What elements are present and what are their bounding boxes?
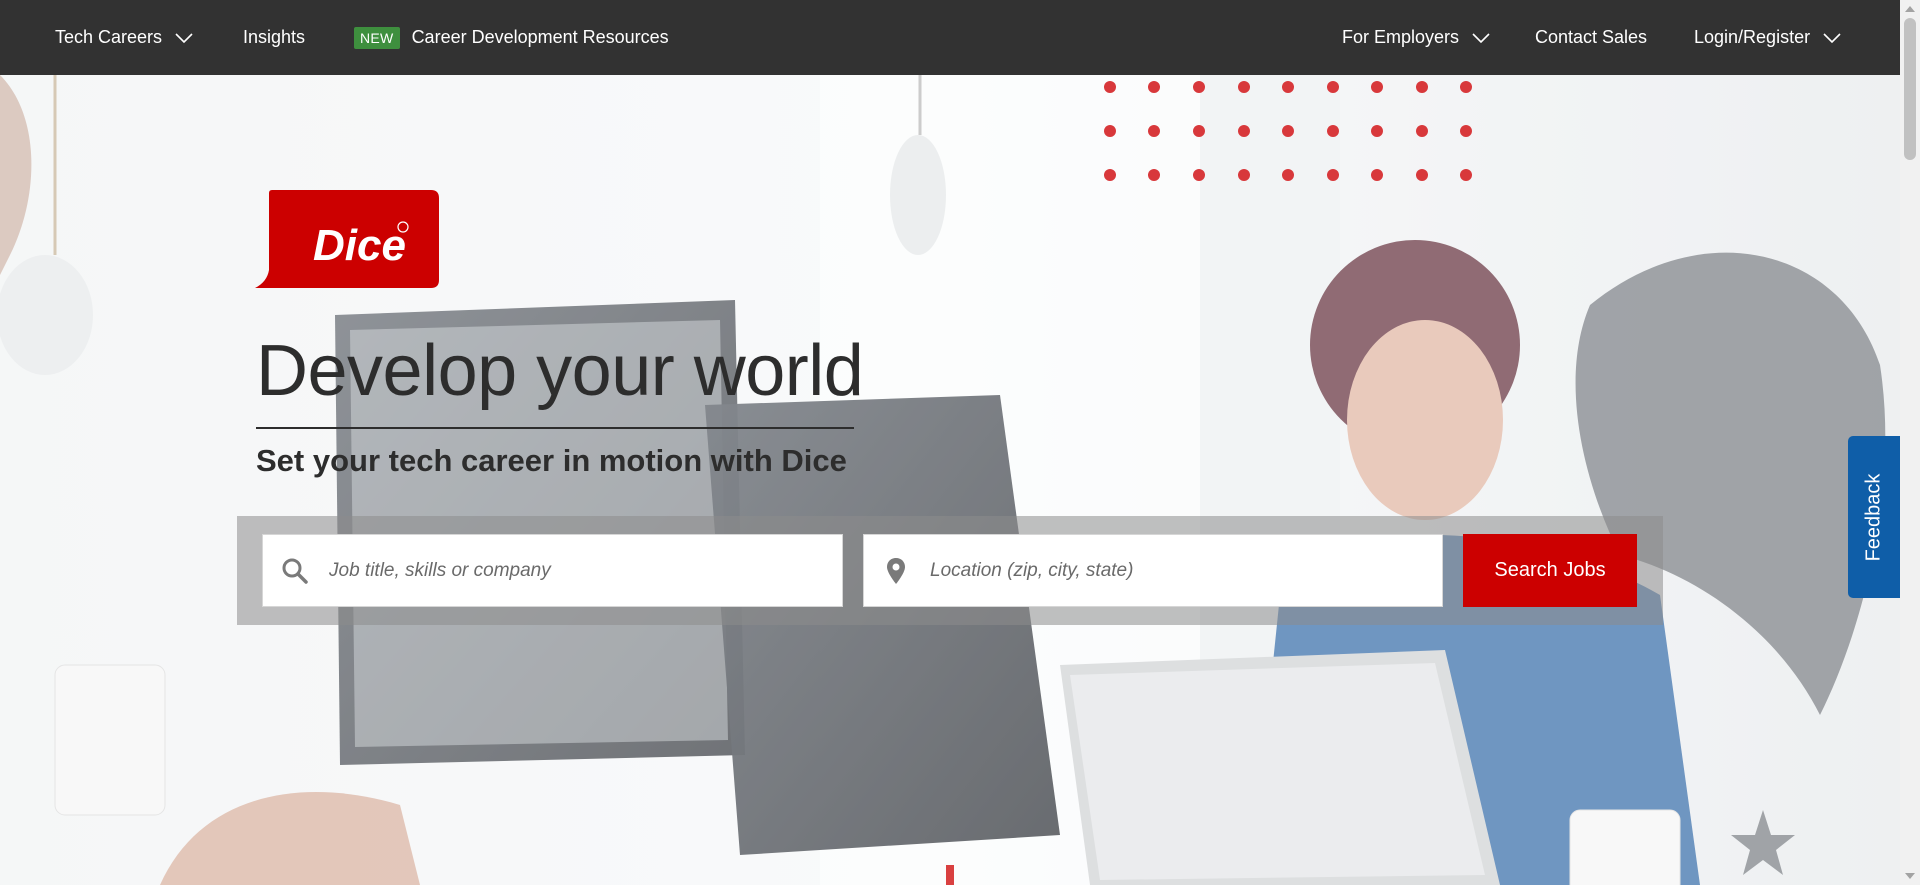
insights-link[interactable]: Insights bbox=[243, 0, 305, 75]
chevron-down-icon bbox=[175, 32, 193, 43]
career-resources-link[interactable]: NEW Career Development Resources bbox=[354, 0, 669, 75]
location-field bbox=[863, 534, 1443, 607]
new-badge: NEW bbox=[354, 26, 400, 49]
logo-wordmark: Dice bbox=[313, 221, 406, 270]
page-scrollbar[interactable] bbox=[1900, 0, 1920, 885]
contact-sales-label: Contact Sales bbox=[1535, 27, 1648, 47]
dice-logo[interactable]: Dice bbox=[255, 190, 441, 298]
feedback-tab[interactable]: Feedback bbox=[1848, 436, 1900, 598]
feedback-label: Feedback bbox=[1862, 473, 1885, 561]
insights-label: Insights bbox=[243, 27, 306, 47]
scroll-up-arrow-icon[interactable] bbox=[1905, 6, 1915, 12]
keyword-search-input[interactable] bbox=[327, 539, 842, 602]
map-pin-icon bbox=[864, 557, 928, 585]
chevron-down-icon bbox=[1472, 32, 1490, 43]
location-search-input[interactable] bbox=[928, 539, 1442, 602]
top-navigation: Tech Careers Insights NEW Career Develop… bbox=[0, 0, 1900, 75]
tech-careers-menu[interactable]: Tech Careers bbox=[55, 0, 194, 75]
keyword-field bbox=[262, 534, 843, 607]
headline-underline bbox=[256, 427, 854, 429]
login-register-menu[interactable]: Login/Register bbox=[1694, 0, 1842, 75]
for-employers-menu[interactable]: For Employers bbox=[1342, 0, 1491, 75]
chevron-down-icon bbox=[1823, 32, 1841, 43]
for-employers-label: For Employers bbox=[1342, 27, 1460, 47]
page-subheadline: Set your tech career in motion with Dice bbox=[256, 443, 847, 478]
career-resources-label: Career Development Resources bbox=[411, 27, 669, 47]
login-register-label: Login/Register bbox=[1694, 27, 1811, 47]
job-search-panel: Search Jobs bbox=[237, 516, 1663, 625]
contact-sales-link[interactable]: Contact Sales bbox=[1535, 0, 1647, 75]
search-jobs-button[interactable]: Search Jobs bbox=[1463, 534, 1637, 607]
tech-careers-label: Tech Careers bbox=[55, 27, 163, 47]
scroll-down-arrow-icon[interactable] bbox=[1905, 873, 1915, 879]
page-headline: Develop your world bbox=[256, 331, 864, 411]
decorative-dot-grid bbox=[1104, 81, 1472, 181]
hero-section: Dice Develop your world Set your tech ca… bbox=[0, 75, 1900, 885]
scroll-thumb[interactable] bbox=[1904, 18, 1916, 160]
search-icon bbox=[263, 557, 327, 585]
